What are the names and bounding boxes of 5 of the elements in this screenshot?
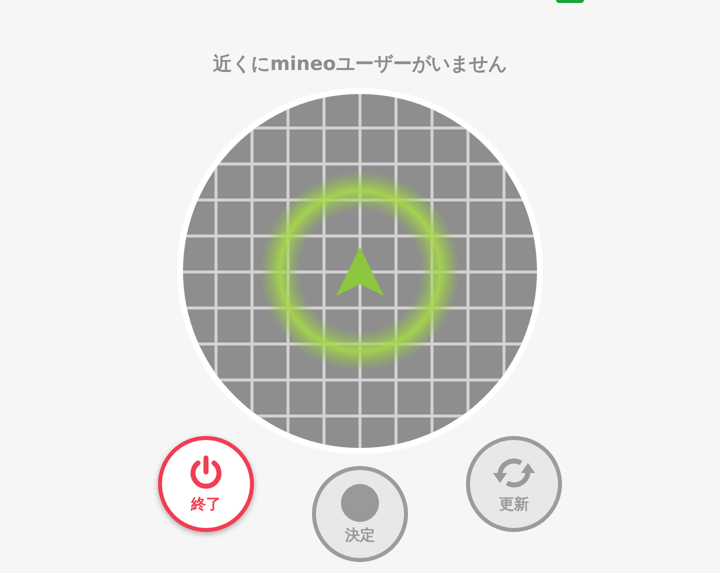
dot-icon: [341, 484, 379, 522]
status-message: 近くにmineoユーザーがいません: [212, 52, 508, 77]
power-button[interactable]: 終了: [158, 436, 254, 532]
arrow-icon: [336, 247, 384, 296]
power-icon: [189, 455, 223, 491]
